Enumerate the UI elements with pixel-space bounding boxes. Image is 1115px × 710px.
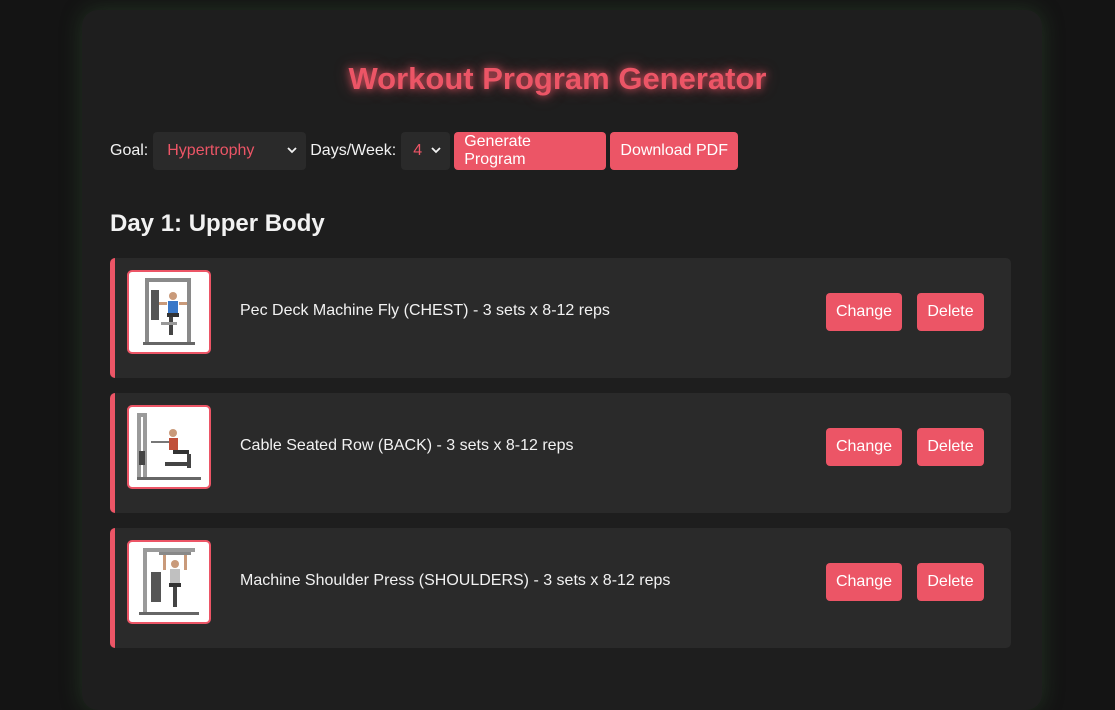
goal-label: Goal:: [110, 142, 149, 159]
day-title: Day 1: Upper Body: [110, 210, 325, 237]
chevron-down-icon: [287, 147, 297, 154]
change-button[interactable]: Change: [826, 428, 902, 466]
exercise-text: Machine Shoulder Press (SHOULDERS) - 3 s…: [240, 572, 671, 589]
goal-select-value: Hypertrophy: [167, 142, 255, 159]
page-title: Workout Program Generator: [348, 61, 767, 96]
days-select-value: 4: [413, 142, 423, 159]
download-pdf-button[interactable]: Download PDF: [610, 132, 739, 170]
change-button[interactable]: Change: [826, 293, 902, 331]
pec-deck-machine-icon: [143, 278, 195, 345]
delete-button[interactable]: Delete: [917, 428, 984, 466]
exercise-card: Pec Deck Machine Fly (CHEST) - 3 sets x …: [110, 258, 1011, 378]
days-label: Days/Week:: [310, 142, 397, 159]
goal-select[interactable]: Hypertrophy: [153, 132, 307, 170]
delete-button[interactable]: Delete: [917, 293, 984, 331]
exercise-image: [127, 405, 211, 489]
exercise-image: [127, 540, 211, 624]
generate-program-button[interactable]: Generate Program: [454, 132, 607, 170]
cable-row-machine-icon: [137, 413, 201, 480]
exercise-card: Machine Shoulder Press (SHOULDERS) - 3 s…: [110, 528, 1011, 648]
shoulder-press-machine-icon: [139, 548, 199, 615]
chevron-down-icon: [431, 147, 441, 154]
delete-button[interactable]: Delete: [917, 563, 984, 601]
exercise-text: Cable Seated Row (BACK) - 3 sets x 8-12 …: [240, 437, 574, 454]
exercise-text: Pec Deck Machine Fly (CHEST) - 3 sets x …: [240, 302, 610, 319]
change-button[interactable]: Change: [826, 563, 902, 601]
program-controls: Goal: Hypertrophy Days/Week: 4 Generate …: [110, 132, 739, 170]
exercise-image: [127, 270, 211, 354]
days-select[interactable]: 4: [401, 132, 451, 170]
exercise-card: Cable Seated Row (BACK) - 3 sets x 8-12 …: [110, 393, 1011, 513]
